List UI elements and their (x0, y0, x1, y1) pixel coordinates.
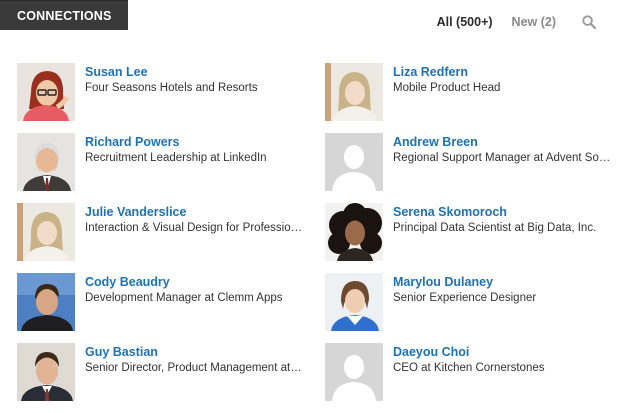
connection-name[interactable]: Julie Vanderslice (85, 204, 303, 220)
avatar[interactable] (17, 133, 75, 191)
avatar[interactable] (325, 63, 383, 121)
avatar[interactable] (325, 343, 383, 401)
connection-card[interactable]: Richard Powers Recruitment Leadership at… (17, 133, 325, 203)
avatar[interactable] (325, 203, 383, 261)
connection-info: Guy Bastian Senior Director, Product Man… (85, 343, 303, 376)
connection-filters: All (500+) New (2) (437, 15, 596, 29)
connection-name[interactable]: Serena Skomoroch (393, 204, 611, 220)
connection-name[interactable]: Cody Beaudry (85, 274, 303, 290)
connection-name[interactable]: Marylou Dulaney (393, 274, 611, 290)
connection-card[interactable]: Daeyou Choi CEO at Kitchen Cornerstones (325, 343, 615, 413)
connection-title: Senior Director, Product Management at L… (85, 362, 303, 374)
connection-title: Interaction & Visual Design for Professi… (85, 222, 303, 234)
avatar[interactable] (17, 273, 75, 331)
connection-info: Richard Powers Recruitment Leadership at… (85, 133, 303, 166)
connection-card[interactable]: Guy Bastian Senior Director, Product Man… (17, 343, 325, 413)
connection-name[interactable]: Richard Powers (85, 134, 303, 150)
connection-card[interactable]: Cody Beaudry Development Manager at Clem… (17, 273, 325, 343)
connection-card[interactable]: Serena Skomoroch Principal Data Scientis… (325, 203, 615, 273)
connection-info: Liza Redfern Mobile Product Head (393, 63, 611, 96)
connection-title: Regional Support Manager at Advent Softw… (393, 152, 611, 164)
search-icon[interactable] (582, 15, 596, 29)
avatar[interactable] (325, 133, 383, 191)
connection-title: Mobile Product Head (393, 82, 501, 94)
connections-grid: Susan Lee Four Seasons Hotels and Resort… (17, 63, 615, 413)
connection-info: Daeyou Choi CEO at Kitchen Cornerstones (393, 343, 611, 376)
avatar[interactable] (325, 273, 383, 331)
connection-info: Andrew Breen Regional Support Manager at… (393, 133, 611, 166)
connections-tab[interactable]: CONNECTIONS (0, 0, 128, 30)
connection-title: Four Seasons Hotels and Resorts (85, 82, 258, 94)
connection-info: Julie Vanderslice Interaction & Visual D… (85, 203, 303, 236)
filter-all[interactable]: All (500+) (437, 15, 493, 29)
connection-card[interactable]: Liza Redfern Mobile Product Head (325, 63, 615, 133)
avatar[interactable] (17, 63, 75, 121)
connection-card[interactable]: Andrew Breen Regional Support Manager at… (325, 133, 615, 203)
connection-name[interactable]: Guy Bastian (85, 344, 303, 360)
connection-card[interactable]: Susan Lee Four Seasons Hotels and Resort… (17, 63, 325, 133)
connection-title: Senior Experience Designer (393, 292, 537, 304)
connection-title: Principal Data Scientist at Big Data, In… (393, 222, 597, 234)
connection-title: Recruitment Leadership at LinkedIn (85, 152, 267, 164)
connection-title: Development Manager at Clemm Apps (85, 292, 283, 304)
connection-name[interactable]: Daeyou Choi (393, 344, 611, 360)
connection-info: Cody Beaudry Development Manager at Clem… (85, 273, 303, 306)
avatar[interactable] (17, 343, 75, 401)
connection-name[interactable]: Susan Lee (85, 64, 303, 80)
connection-info: Susan Lee Four Seasons Hotels and Resort… (85, 63, 303, 96)
connections-tab-label: CONNECTIONS (17, 8, 112, 23)
connection-card[interactable]: Marylou Dulaney Senior Experience Design… (325, 273, 615, 343)
connection-info: Serena Skomoroch Principal Data Scientis… (393, 203, 611, 236)
connection-card[interactable]: Julie Vanderslice Interaction & Visual D… (17, 203, 325, 273)
connection-name[interactable]: Liza Redfern (393, 64, 611, 80)
connection-info: Marylou Dulaney Senior Experience Design… (393, 273, 611, 306)
avatar[interactable] (17, 203, 75, 261)
filter-new[interactable]: New (2) (512, 15, 556, 29)
connection-name[interactable]: Andrew Breen (393, 134, 611, 150)
connection-title: CEO at Kitchen Cornerstones (393, 362, 545, 374)
